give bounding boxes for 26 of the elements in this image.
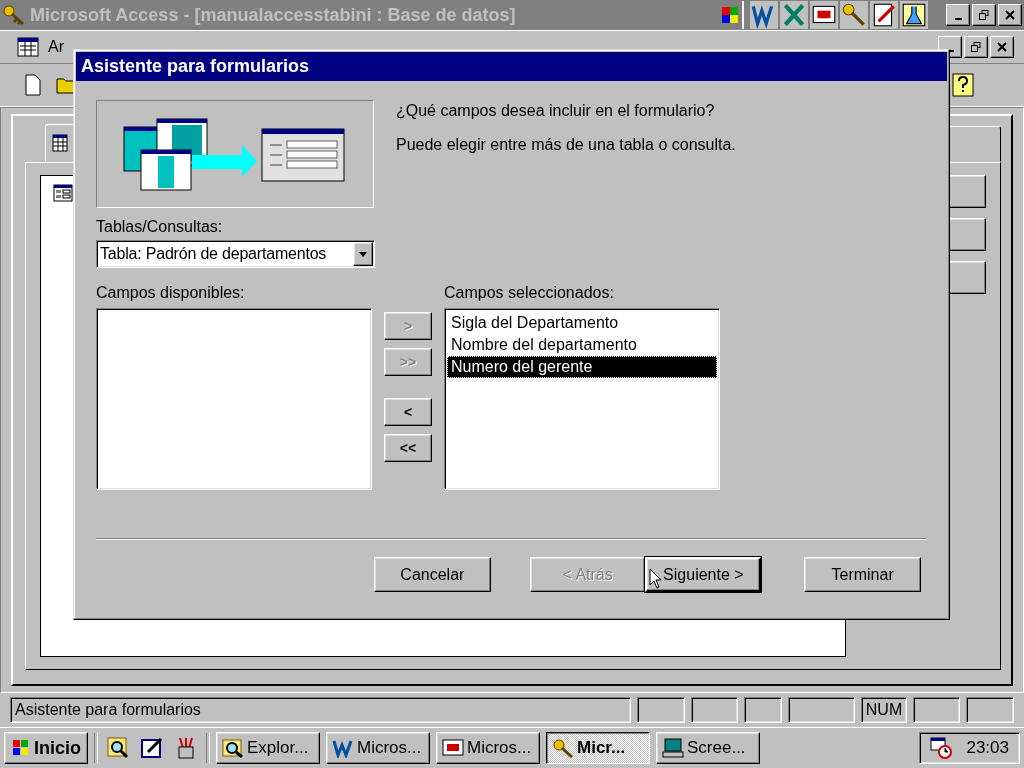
move-button[interactable]: << [384,434,432,462]
field-label: Campos disponibles: [96,284,246,302]
menu-item[interactable]: Ar [48,38,64,56]
taskbar-button[interactable]: Micros... [436,732,540,764]
list-item[interactable]: Nombre del departamento [447,334,717,356]
prompt-text: ¿Qué campos desea incluir en el formulario? [396,102,716,120]
taskbar-button[interactable]: Micros... [326,732,430,764]
field-label: Tablas/Consultas: [96,218,224,236]
start-button[interactable]: Inicio [4,732,88,764]
field-label: Campos seleccionados: [444,284,615,302]
window-title: Microsoft Access - [manualaccesstabini : Base de datos] [30,4,516,26]
taskbar-button[interactable]: Explor... [216,732,320,764]
dialog-title: Asistente para formularios [76,52,947,81]
dialog-button[interactable]: Siguiente > [645,557,762,592]
prompt-text: Puede elegir entre más de una tabla o consulta. [396,136,736,154]
status-text: Asistente para formularios [10,697,631,723]
taskbar-button[interactable]: Micr... [546,732,650,764]
list-item[interactable]: Sigla del Departamento [447,312,717,334]
list-item[interactable]: Numero del gerente [447,356,717,378]
status-indicator: NUM [860,697,907,723]
move-button[interactable]: < [384,398,432,426]
taskbar-button[interactable]: Scree... [656,732,760,764]
dialog-button[interactable]: Cancelar [374,557,491,592]
clock: 23:03 [966,738,1009,758]
table-dropdown[interactable]: Tabla: Padrón de departamentos [96,240,375,268]
dialog-button[interactable]: Terminar [804,557,921,592]
